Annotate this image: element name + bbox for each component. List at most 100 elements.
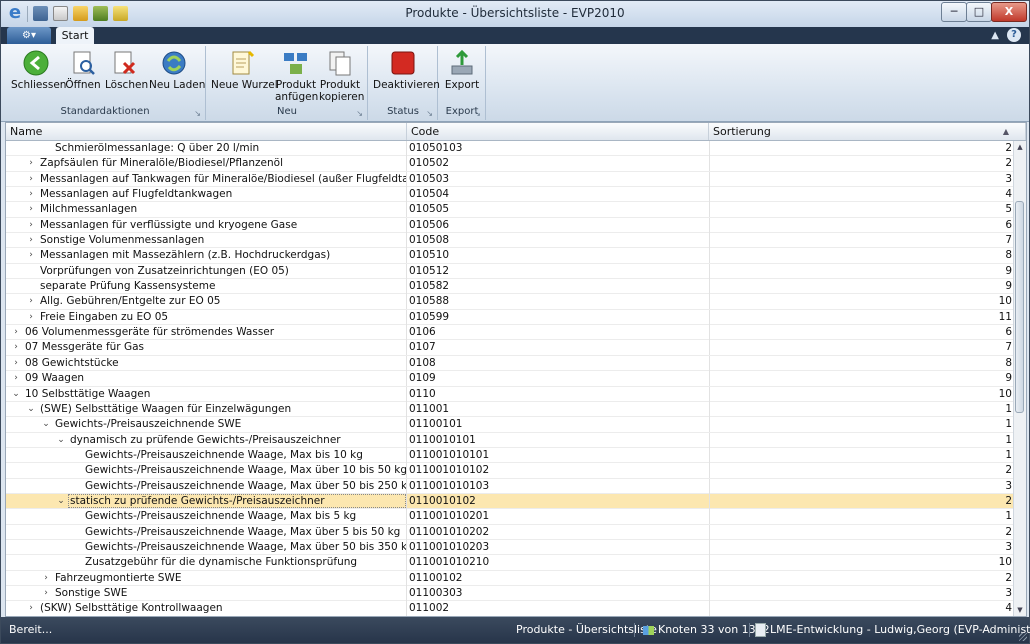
collapse-node-icon[interactable]: ⌄ [41, 417, 51, 432]
column-header-name[interactable]: Name [6, 123, 407, 140]
close-window-button[interactable]: X [991, 2, 1027, 22]
table-row[interactable]: › Messanlagen für verflüssigte und kryoge… [6, 217, 1014, 234]
table-row[interactable]: ⌄ 10 Selbsttätige Waagen 0110 10 [6, 386, 1014, 402]
cell-name: Gewichts-/Preisauszeichnende Waage, Max … [6, 509, 407, 525]
neu-laden-button[interactable]: Neu Laden [149, 46, 205, 104]
table-row[interactable]: Vorprüfungen von Zusatzeinrichtungen (EO… [6, 263, 1014, 280]
node-name: Messanlagen auf Flugfeldtankwagen [40, 188, 233, 201]
dialog-launcher-icon[interactable]: ↘ [356, 109, 363, 118]
cell-code: 011002 [407, 601, 710, 616]
cell-code: 010508 [407, 233, 710, 249]
column-header-sortierung[interactable]: Sortierung ▲ [709, 123, 1026, 140]
expand-node-icon[interactable]: › [11, 340, 21, 355]
expand-node-icon[interactable]: › [11, 371, 21, 386]
expand-node-icon[interactable]: › [26, 202, 36, 217]
collapse-node-icon[interactable]: ⌄ [56, 494, 66, 509]
schliessen-button[interactable]: Schliessen [11, 46, 66, 104]
cell-sortierung: 2 [1005, 525, 1012, 538]
table-row[interactable]: › 09 Waagen 0109 9 [6, 371, 1014, 387]
expand-node-icon[interactable]: › [26, 601, 36, 616]
dialog-launcher-icon[interactable]: ↘ [474, 109, 481, 118]
node-name: Gewichts-/Preisauszeichnende Waage, Max … [85, 525, 401, 538]
table-row[interactable]: › Messanlagen auf Flugfeldtankwagen 010504… [6, 187, 1014, 203]
cell-name: ⌄ Gewichts-/Preisauszeichnende SWE [6, 417, 407, 433]
node-name: Sonstige SWE [55, 586, 128, 599]
resize-grip-icon[interactable] [1019, 633, 1027, 641]
expand-node-icon[interactable]: › [41, 586, 51, 601]
produkt-anfuegen-button[interactable]: Produkt anfügen [275, 46, 319, 104]
cell-name: › 07 Messgeräte für Gas [6, 340, 407, 356]
oeffnen-button[interactable]: Öffnen [65, 46, 101, 104]
scrollbar-thumb[interactable] [1015, 201, 1024, 413]
table-row[interactable]: ⌄ Gewichts-/Preisauszeichnende SWE 0110010… [6, 417, 1014, 433]
table-row[interactable]: › 06 Volumenmessgeräte für strömendes Was… [6, 325, 1014, 341]
expand-node-icon[interactable]: › [11, 356, 21, 371]
table-row[interactable]: separate Prüfung Kassensysteme 010582 9 [6, 279, 1014, 295]
node-name: Gewichts-/Preisauszeichnende Waage, Max … [85, 479, 407, 492]
expand-node-icon[interactable]: › [11, 325, 21, 340]
scroll-up-icon[interactable]: ▲ [1014, 141, 1026, 153]
cell-code: 010502 [407, 156, 710, 172]
cell-code: 010503 [407, 171, 710, 187]
collapse-node-icon[interactable]: ⌄ [56, 433, 66, 448]
minimize-button[interactable]: ─ [941, 2, 967, 22]
table-row[interactable]: › Freie Eingaben zu EO 05 010599 11 [6, 309, 1014, 326]
expand-node-icon[interactable]: › [41, 571, 51, 586]
expand-node-icon[interactable]: › [26, 187, 36, 202]
table-row[interactable]: Gewichts-/Preisauszeichnende Waage, Max … [6, 478, 1014, 494]
tab-start[interactable]: Start [56, 27, 94, 44]
produkt-anfuegen-line2: anfügen [275, 91, 319, 103]
dialog-launcher-icon[interactable]: ↘ [194, 109, 201, 118]
help-icon[interactable]: ? [1007, 28, 1021, 42]
node-name: Sonstige Volumenmessanlagen [40, 234, 205, 247]
cell-name: Gewichts-/Preisauszeichnende Waage, Max … [6, 539, 407, 555]
table-row-selected[interactable]: ⌄ statisch zu prüfende Gewichts-/Preisaus… [6, 493, 1014, 510]
expand-node-icon[interactable]: › [26, 248, 36, 263]
vertical-scrollbar[interactable]: ▲ ▼ [1013, 141, 1026, 616]
table-row[interactable]: ⌄ dynamisch zu prüfende Gewichts-/Preisau… [6, 432, 1014, 448]
table-row[interactable]: › (SKW) Selbsttätige Kontrollwaagen 011002… [6, 601, 1014, 616]
cell-sortierung: 10 [998, 387, 1012, 400]
cell-code: 011001010202 [407, 524, 710, 540]
export-button[interactable]: Export [443, 46, 481, 104]
neue-wurzel-button[interactable]: Neue Wurzel [211, 46, 278, 104]
table-row[interactable]: Gewichts-/Preisauszeichnende Waage, Max … [6, 539, 1014, 556]
produkt-kopieren-button[interactable]: Produkt kopieren [319, 46, 364, 104]
deaktivieren-button[interactable]: Deaktivieren [373, 46, 440, 104]
expand-node-icon[interactable]: › [26, 172, 36, 187]
table-row[interactable]: › Allg. Gebühren/Entgelte zur EO 05 010588… [6, 294, 1014, 310]
status-separator [634, 623, 635, 637]
table-row[interactable]: › Messanlagen mit Massezählern (z.B. Hoch… [6, 248, 1014, 264]
table-row[interactable]: › Messanlagen auf Tankwagen für Mineralöe… [6, 171, 1014, 188]
loeschen-button[interactable]: Löschen [105, 46, 148, 104]
expand-node-icon[interactable]: › [26, 218, 36, 233]
table-row[interactable]: Schmierölmessanlage: Q über 20 l/min 0105… [6, 141, 1014, 157]
table-row[interactable]: Gewichts-/Preisauszeichnende Waage, Max … [6, 447, 1014, 464]
table-row[interactable]: › Sonstige Volumenmessanlagen 010508 7 [6, 233, 1014, 249]
node-name: Messanlagen auf Tankwagen für Mineralöe/… [40, 172, 406, 185]
table-row[interactable]: › Fahrzeugmontierte SWE 01100102 2 [6, 570, 1014, 586]
dialog-launcher-icon[interactable]: ↘ [426, 109, 433, 118]
ribbon-collapse-icon[interactable]: ▲ [991, 27, 999, 44]
expand-node-icon[interactable]: › [26, 156, 36, 171]
table-row[interactable]: › Zapfsäulen für Mineralöle/Biodiesel/Pfl… [6, 156, 1014, 172]
collapse-node-icon[interactable]: ⌄ [26, 402, 36, 417]
maximize-button[interactable]: □ [966, 2, 992, 22]
column-header-code[interactable]: Code [407, 123, 709, 140]
cell-name: ⌄ dynamisch zu prüfende Gewichts-/Preisau… [6, 432, 407, 448]
table-row[interactable]: › Milchmessanlagen 010505 5 [6, 202, 1014, 218]
table-row[interactable]: ⌄ (SWE) Selbsttätige Waagen für Einzelwäg… [6, 401, 1014, 418]
expand-node-icon[interactable]: › [26, 294, 36, 309]
collapse-node-icon[interactable]: ⌄ [11, 387, 21, 402]
expand-node-icon[interactable]: › [26, 233, 36, 248]
table-row[interactable]: Gewichts-/Preisauszeichnende Waage, Max … [6, 524, 1014, 540]
expand-node-icon[interactable]: › [26, 310, 36, 325]
scroll-down-icon[interactable]: ▼ [1014, 604, 1026, 616]
table-row[interactable]: Zusatzgebühr für die dynamische Funktion… [6, 555, 1014, 571]
table-row[interactable]: Gewichts-/Preisauszeichnende Waage, Max … [6, 463, 1014, 479]
table-row[interactable]: › 08 Gewichtstücke 0108 8 [6, 355, 1014, 372]
table-row[interactable]: › Sonstige SWE 01100303 3 [6, 585, 1014, 602]
application-menu-button[interactable]: ⚙▾ [7, 27, 51, 44]
table-row[interactable]: Gewichts-/Preisauszeichnende Waage, Max … [6, 509, 1014, 525]
table-row[interactable]: › 07 Messgeräte für Gas 0107 7 [6, 340, 1014, 356]
